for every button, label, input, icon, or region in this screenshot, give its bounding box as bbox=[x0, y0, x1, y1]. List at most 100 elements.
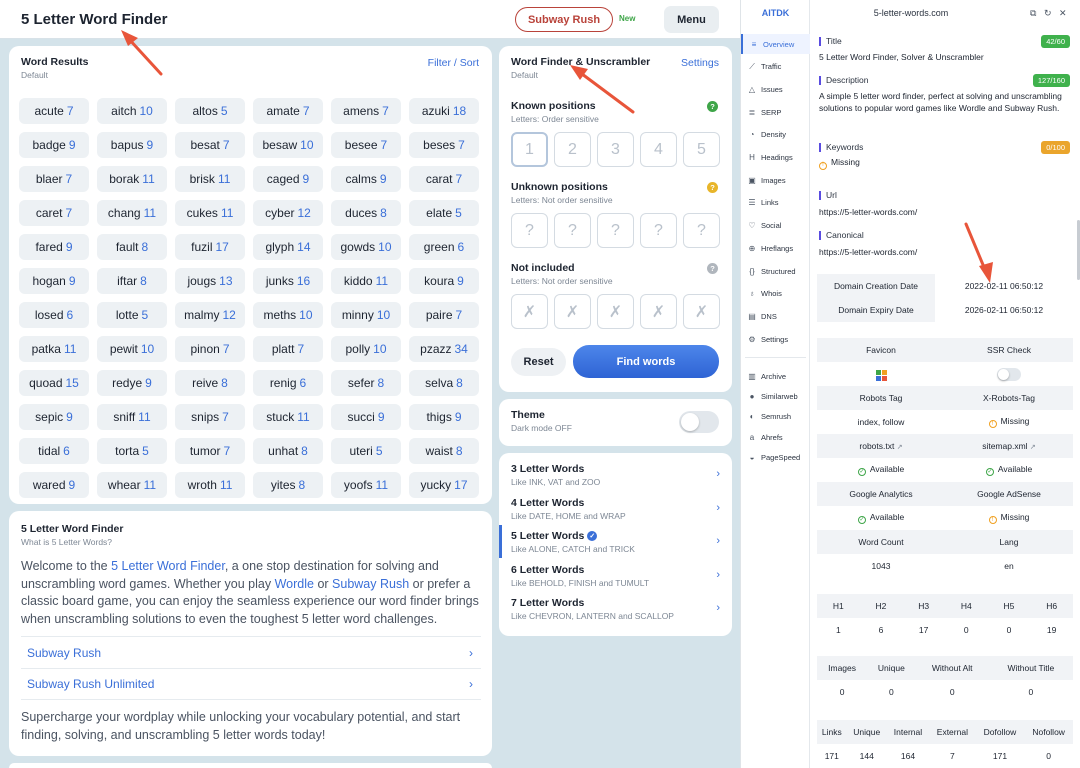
word-result-item[interactable]: cyber 12 bbox=[253, 200, 323, 226]
word-result-item[interactable]: duces 8 bbox=[331, 200, 401, 226]
word-result-item[interactable]: wared 9 bbox=[19, 472, 89, 498]
subway-rush-unlimited-link[interactable]: Subway Rush Unlimited › bbox=[21, 668, 481, 700]
word-result-item[interactable]: acute 7 bbox=[19, 98, 89, 124]
word-result-item[interactable]: sniff 11 bbox=[97, 404, 167, 430]
word-result-item[interactable]: amate 7 bbox=[253, 98, 323, 124]
excluded-letter-box[interactable]: ✗ bbox=[554, 294, 591, 329]
nav-ahrefs[interactable]: a Ahrefs bbox=[741, 427, 810, 447]
word-result-item[interactable]: waist 8 bbox=[409, 438, 479, 464]
nav-settings[interactable]: ⚙ Settings bbox=[741, 329, 810, 349]
word-result-item[interactable]: malmy 12 bbox=[175, 302, 245, 328]
word-list-item[interactable]: 4 Letter Words Like DATE, HOME and WRAP › bbox=[499, 492, 732, 525]
word-result-item[interactable]: iftar 8 bbox=[97, 268, 167, 294]
word-result-item[interactable]: selva 8 bbox=[409, 370, 479, 396]
word-result-item[interactable]: unhat 8 bbox=[253, 438, 323, 464]
not-included-help-icon[interactable]: ? bbox=[707, 263, 718, 274]
word-result-item[interactable]: jougs 13 bbox=[175, 268, 245, 294]
unknown-letter-box[interactable]: ? bbox=[511, 213, 548, 248]
unknown-help-icon[interactable]: ? bbox=[707, 182, 718, 193]
word-result-item[interactable]: bapus 9 bbox=[97, 132, 167, 158]
word-result-item[interactable]: glyph 14 bbox=[253, 234, 323, 260]
word-result-item[interactable]: pinon 7 bbox=[175, 336, 245, 362]
word-result-item[interactable]: caret 7 bbox=[19, 200, 89, 226]
word-result-item[interactable]: quoad 15 bbox=[19, 370, 89, 396]
word-result-item[interactable]: gowds 10 bbox=[331, 234, 401, 260]
nav-similarweb[interactable]: ● Similarweb bbox=[741, 386, 810, 406]
word-list-item[interactable]: 6 Letter Words Like BEHOLD, FINISH and TU… bbox=[499, 559, 732, 592]
word-result-item[interactable]: koura 9 bbox=[409, 268, 479, 294]
word-result-item[interactable]: besee 7 bbox=[331, 132, 401, 158]
word-result-item[interactable]: succi 9 bbox=[331, 404, 401, 430]
wordle-link[interactable]: Wordle bbox=[275, 577, 314, 591]
word-result-item[interactable]: lotte 5 bbox=[97, 302, 167, 328]
word-result-item[interactable]: hogan 9 bbox=[19, 268, 89, 294]
word-result-item[interactable]: beses 7 bbox=[409, 132, 479, 158]
sitemap-link[interactable]: sitemap.xml ↗ bbox=[945, 434, 1073, 458]
word-result-item[interactable]: azuki 18 bbox=[409, 98, 479, 124]
word-result-item[interactable]: chang 11 bbox=[97, 200, 167, 226]
word-result-item[interactable]: junks 16 bbox=[253, 268, 323, 294]
word-result-item[interactable]: thigs 9 bbox=[409, 404, 479, 430]
word-result-item[interactable]: yucky 17 bbox=[409, 472, 479, 498]
word-result-item[interactable]: sepic 9 bbox=[19, 404, 89, 430]
word-result-item[interactable]: caged 9 bbox=[253, 166, 323, 192]
word-result-item[interactable]: tidal 6 bbox=[19, 438, 89, 464]
unknown-letter-box[interactable]: ? bbox=[597, 213, 634, 248]
nav-archive[interactable]: ▥ Archive bbox=[741, 366, 810, 386]
word-result-item[interactable]: pewit 10 bbox=[97, 336, 167, 362]
word-result-item[interactable]: paire 7 bbox=[409, 302, 479, 328]
known-letter-box[interactable]: 5 bbox=[683, 132, 720, 167]
subway-rush-link[interactable]: Subway Rush › bbox=[21, 636, 481, 668]
word-result-item[interactable]: renig 6 bbox=[253, 370, 323, 396]
word-result-item[interactable]: yites 8 bbox=[253, 472, 323, 498]
word-result-item[interactable]: blaer 7 bbox=[19, 166, 89, 192]
word-result-item[interactable]: whear 11 bbox=[97, 472, 167, 498]
word-result-item[interactable]: pzazz 34 bbox=[409, 336, 479, 362]
word-result-item[interactable]: reive 8 bbox=[175, 370, 245, 396]
known-letter-box[interactable]: 1 bbox=[511, 132, 548, 167]
known-letter-box[interactable]: 3 bbox=[597, 132, 634, 167]
word-result-item[interactable]: elate 5 bbox=[409, 200, 479, 226]
unknown-letter-box[interactable]: ? bbox=[554, 213, 591, 248]
word-result-item[interactable]: aitch 10 bbox=[97, 98, 167, 124]
word-result-item[interactable]: fuzil 17 bbox=[175, 234, 245, 260]
word-result-item[interactable]: stuck 11 bbox=[253, 404, 323, 430]
word-result-item[interactable]: patka 11 bbox=[19, 336, 89, 362]
word-result-item[interactable]: snips 7 bbox=[175, 404, 245, 430]
word-result-item[interactable]: platt 7 bbox=[253, 336, 323, 362]
word-result-item[interactable]: cukes 11 bbox=[175, 200, 245, 226]
known-help-icon[interactable]: ? bbox=[707, 101, 718, 112]
word-result-item[interactable]: besat 7 bbox=[175, 132, 245, 158]
subway-rush-inline-link[interactable]: Subway Rush bbox=[332, 577, 409, 591]
word-result-item[interactable]: redye 9 bbox=[97, 370, 167, 396]
word-result-item[interactable]: yoofs 11 bbox=[331, 472, 401, 498]
excluded-letter-box[interactable]: ✗ bbox=[511, 294, 548, 329]
word-result-item[interactable]: besaw 10 bbox=[253, 132, 323, 158]
reset-button[interactable]: Reset bbox=[511, 348, 566, 376]
unknown-letter-box[interactable]: ? bbox=[683, 213, 720, 248]
ssr-toggle[interactable] bbox=[997, 367, 1021, 381]
word-list-item[interactable]: 3 Letter Words Like INK, VAT and ZOO › bbox=[499, 458, 732, 491]
known-letter-box[interactable]: 2 bbox=[554, 132, 591, 167]
word-result-item[interactable]: fared 9 bbox=[19, 234, 89, 260]
dark-mode-toggle[interactable] bbox=[679, 411, 719, 433]
word-result-item[interactable]: borak 11 bbox=[97, 166, 167, 192]
word-result-item[interactable]: uteri 5 bbox=[331, 438, 401, 464]
word-result-item[interactable]: torta 5 bbox=[97, 438, 167, 464]
word-result-item[interactable]: badge 9 bbox=[19, 132, 89, 158]
word-result-item[interactable]: wroth 11 bbox=[175, 472, 245, 498]
word-result-item[interactable]: kiddo 11 bbox=[331, 268, 401, 294]
word-result-item[interactable]: sefer 8 bbox=[331, 370, 401, 396]
word-result-item[interactable]: altos 5 bbox=[175, 98, 245, 124]
word-result-item[interactable]: green 6 bbox=[409, 234, 479, 260]
word-finder-link[interactable]: 5 Letter Word Finder bbox=[111, 559, 225, 573]
excluded-letter-box[interactable]: ✗ bbox=[597, 294, 634, 329]
word-list-item[interactable]: 5 Letter Words ✓ Like ALONE, CATCH and TRI… bbox=[499, 525, 732, 558]
word-result-item[interactable]: amens 7 bbox=[331, 98, 401, 124]
word-result-item[interactable]: brisk 11 bbox=[175, 166, 245, 192]
word-result-item[interactable]: calms 9 bbox=[331, 166, 401, 192]
robots-txt-link[interactable]: robots.txt ↗ bbox=[817, 434, 945, 458]
word-result-item[interactable]: fault 8 bbox=[97, 234, 167, 260]
word-result-item[interactable]: polly 10 bbox=[331, 336, 401, 362]
nav-pagespeed[interactable]: ◒ PageSpeed bbox=[741, 448, 810, 468]
